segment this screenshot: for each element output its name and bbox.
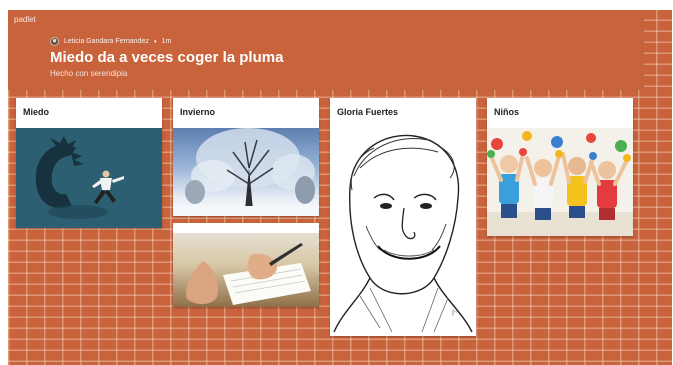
padlet-logo[interactable]: padlet	[14, 15, 36, 24]
post-title: Miedo	[23, 107, 49, 117]
post-title: Invierno	[180, 107, 216, 117]
post-card-miedo[interactable]: Miedo	[16, 98, 162, 228]
board-subtitle: Hecho con serendipia	[50, 69, 128, 78]
padlet-board: padlet Leticia Gandara Fernandez • 1m Mi…	[8, 10, 672, 365]
post-title: Niños	[494, 107, 520, 117]
post-title: Gloria Fuertes	[337, 107, 399, 117]
author-name[interactable]: Leticia Gandara Fernandez	[64, 38, 149, 45]
post-card-gloria-fuertes[interactable]: Gloria Fuertes ʃ~	[330, 98, 476, 336]
artist-signature: ʃ~	[451, 310, 458, 316]
winter-tree-image[interactable]	[173, 128, 319, 216]
post-card-ninos[interactable]: Niños	[487, 98, 633, 236]
fear-shadow-image[interactable]	[16, 128, 162, 228]
post-card-writing[interactable]	[173, 223, 319, 307]
gloria-fuertes-portrait-image[interactable]: ʃ~	[330, 128, 476, 336]
hand-writing-image[interactable]	[173, 223, 319, 307]
meta-separator: •	[153, 37, 157, 46]
author-avatar[interactable]	[50, 37, 59, 46]
board-title: Miedo da a veces coger la pluma	[50, 49, 284, 66]
children-painted-hands-image[interactable]	[487, 128, 633, 236]
board-header: padlet Leticia Gandara Fernandez • 1m Mi…	[8, 10, 644, 90]
board-meta: Leticia Gandara Fernandez • 1m	[50, 37, 171, 46]
time-ago: 1m	[161, 38, 172, 45]
post-card-invierno[interactable]: Invierno	[173, 98, 319, 216]
